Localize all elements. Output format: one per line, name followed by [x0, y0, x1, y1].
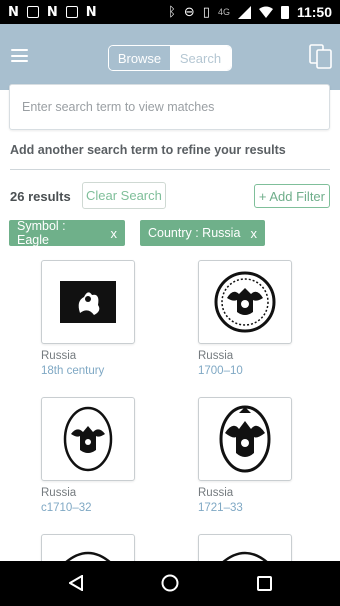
- result-country: Russia: [198, 487, 234, 499]
- notification-n-icon: N: [46, 4, 58, 20]
- result-card[interactable]: Russia c1710–32: [41, 397, 141, 514]
- filter-chip-country[interactable]: Country : Russia x: [140, 220, 265, 246]
- filter-chip-label: Country : Russia: [148, 226, 241, 240]
- tab-browse[interactable]: Browse: [109, 46, 170, 70]
- back-icon[interactable]: [64, 571, 88, 595]
- search-box[interactable]: [9, 84, 330, 130]
- result-card[interactable]: Russia 1700–10: [198, 260, 298, 377]
- image-icon: [26, 6, 39, 18]
- hamburger-menu-icon[interactable]: [11, 49, 28, 62]
- do-not-disturb-icon: ⊖: [183, 4, 195, 20]
- results-count: 26 results: [10, 189, 71, 204]
- wifi-icon: [258, 6, 273, 18]
- result-card[interactable]: Russia 1721–33: [198, 397, 298, 514]
- status-bar: N N N ᛒ ⊖ ▯ 4G 11:50: [0, 0, 340, 24]
- add-filter-button[interactable]: + Add Filter: [253, 184, 330, 208]
- battery-icon: [280, 5, 289, 19]
- vibrate-icon: ▯: [202, 4, 210, 20]
- tab-search[interactable]: Search: [170, 46, 231, 70]
- result-date: 1721–33: [198, 502, 243, 514]
- result-date: 1700–10: [198, 365, 243, 377]
- system-nav-bar: [0, 561, 340, 606]
- result-thumbnail[interactable]: [41, 260, 135, 344]
- browse-search-toggle: Browse Search: [108, 45, 232, 71]
- result-country: Russia: [41, 487, 77, 499]
- clear-search-button[interactable]: Clear Search: [82, 182, 166, 209]
- remove-filter-button[interactable]: x: [251, 226, 258, 241]
- result-thumbnail[interactable]: [198, 397, 292, 481]
- result-thumbnail[interactable]: [41, 397, 135, 481]
- result-country: Russia: [198, 350, 234, 362]
- gallery-icon: [65, 6, 78, 18]
- divider: [10, 169, 330, 170]
- result-country: Russia: [41, 350, 77, 362]
- status-right-icons: ᛒ ⊖ ▯ 4G 11:50: [168, 4, 332, 20]
- bluetooth-icon: ᛒ: [168, 4, 176, 20]
- copy-icon[interactable]: [309, 44, 333, 70]
- notification-n-icon: N: [85, 4, 97, 20]
- refine-hint: Add another search term to refine your r…: [10, 143, 286, 157]
- search-input[interactable]: [22, 100, 329, 114]
- filter-chip-symbol[interactable]: Symbol : Eagle x: [9, 219, 125, 247]
- eagle-seal-image: [63, 406, 113, 472]
- remove-filter-button[interactable]: x: [111, 226, 118, 241]
- home-icon[interactable]: [158, 571, 182, 595]
- recents-icon[interactable]: [252, 571, 276, 595]
- notification-n-icon: N: [8, 4, 19, 20]
- result-date: c1710–32: [41, 502, 92, 514]
- result-thumbnail[interactable]: [198, 260, 292, 344]
- network-type-label: 4G: [217, 7, 230, 17]
- clock: 11:50: [296, 4, 332, 20]
- result-date: 18th century: [41, 365, 105, 377]
- app-bar: Browse Search: [0, 24, 340, 90]
- filter-chip-label: Symbol : Eagle: [17, 219, 66, 247]
- status-left-icons: N N N: [8, 6, 97, 19]
- result-card[interactable]: Russia 18th century: [41, 260, 141, 377]
- signal-icon: [237, 5, 251, 19]
- eagle-stamp-image: [60, 281, 116, 323]
- eagle-seal-image: [219, 405, 271, 473]
- results-toolbar: 26 results Clear Search + Add Filter: [10, 182, 330, 210]
- eagle-seal-image: [214, 271, 276, 333]
